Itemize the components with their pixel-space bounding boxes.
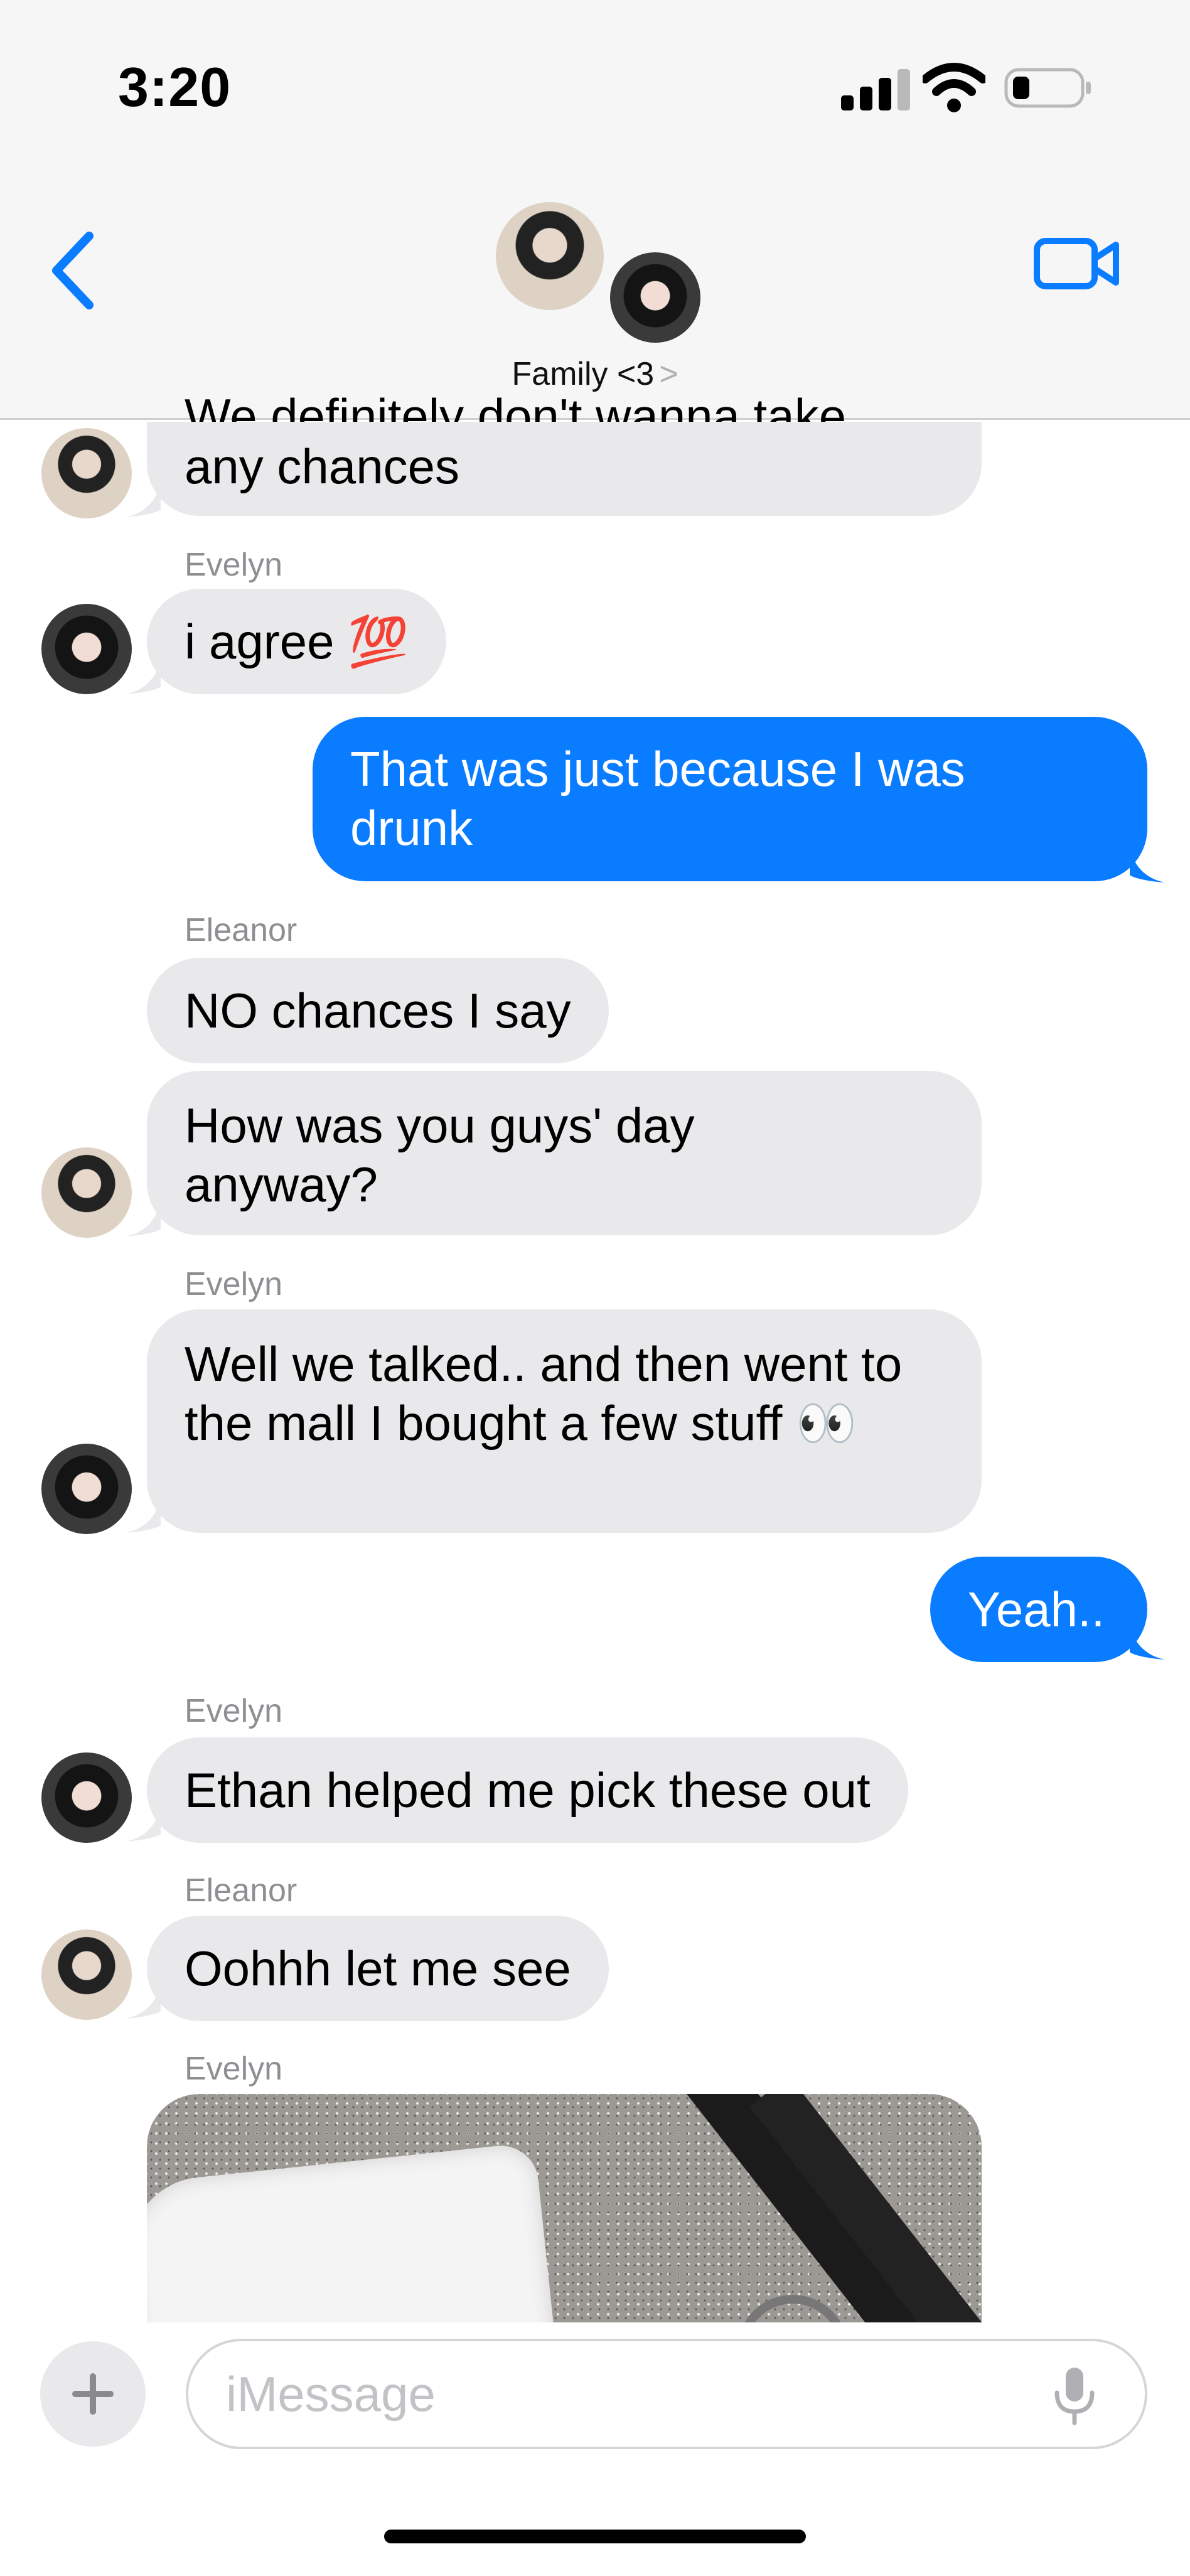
message-text: Yeah.. — [968, 1582, 1105, 1637]
battery-icon — [1004, 68, 1091, 108]
message-bubble[interactable]: i agree 💯 — [147, 589, 447, 694]
home-indicator[interactable] — [384, 2530, 806, 2543]
microphone-icon[interactable] — [1049, 2364, 1100, 2427]
sender-name: Evelyn — [185, 2051, 283, 2087]
message-text: Ethan helped me pick these out — [185, 1763, 871, 1818]
status-time: 3:20 — [118, 56, 232, 118]
video-camera-icon[interactable] — [1033, 232, 1121, 295]
message-text: How was you guys' day anyway? — [185, 1098, 695, 1212]
message-bubble-outgoing[interactable]: Yeah.. — [930, 1557, 1147, 1662]
avatar-eleanor[interactable] — [41, 428, 132, 518]
message-bubble-outgoing[interactable]: That was just because I was drunk — [313, 717, 1147, 881]
message-partial-text: We definitely don't wanna take — [185, 389, 847, 422]
message-bubble[interactable]: Ethan helped me pick these out — [147, 1737, 908, 1843]
sender-name: Eleanor — [185, 912, 298, 948]
imessage-input[interactable] — [186, 2339, 1147, 2449]
add-attachment-button[interactable] — [40, 2341, 146, 2447]
back-chevron-icon[interactable] — [45, 230, 102, 311]
avatar-eleanor[interactable] — [41, 1929, 132, 2020]
sender-name: Evelyn — [185, 547, 283, 583]
message-text: That was just because I was drunk — [350, 741, 965, 856]
avatar-evelyn[interactable] — [41, 1444, 132, 1534]
avatar-evelyn[interactable] — [41, 604, 132, 694]
message-text: NO chances I say — [185, 983, 571, 1038]
message-text: i agree 💯 — [185, 614, 409, 669]
plus-icon — [72, 2373, 114, 2415]
conversation-header: Family <3 > — [0, 169, 1190, 420]
message-bubble[interactable]: Well we talked.. and then went to the ma… — [147, 1309, 982, 1533]
wifi-icon — [923, 63, 985, 112]
cellular-signal-icon — [841, 69, 910, 110]
avatar-eleanor[interactable] — [41, 1147, 132, 1238]
avatar-evelyn[interactable] — [41, 1752, 132, 1843]
status-bar: 3:20 — [0, 0, 1190, 169]
message-bubble[interactable]: We definitely don't wanna take any chanc… — [147, 389, 982, 516]
group-avatar-evelyn[interactable] — [606, 249, 704, 346]
group-avatar-eleanor[interactable] — [496, 202, 604, 310]
message-bubble[interactable]: Oohhh let me see — [147, 1916, 609, 2021]
message-text: Oohhh let me see — [185, 1941, 571, 1996]
sender-name: Evelyn — [185, 1693, 283, 1729]
message-text: any chances — [185, 439, 459, 494]
sender-name: Eleanor — [185, 1872, 298, 1909]
message-bubble[interactable]: NO chances I say — [147, 958, 609, 1063]
message-bubble[interactable]: How was you guys' day anyway? — [147, 1071, 982, 1235]
sender-name: Evelyn — [185, 1266, 283, 1302]
message-text: Well we talked.. and then went to the ma… — [185, 1336, 903, 1451]
